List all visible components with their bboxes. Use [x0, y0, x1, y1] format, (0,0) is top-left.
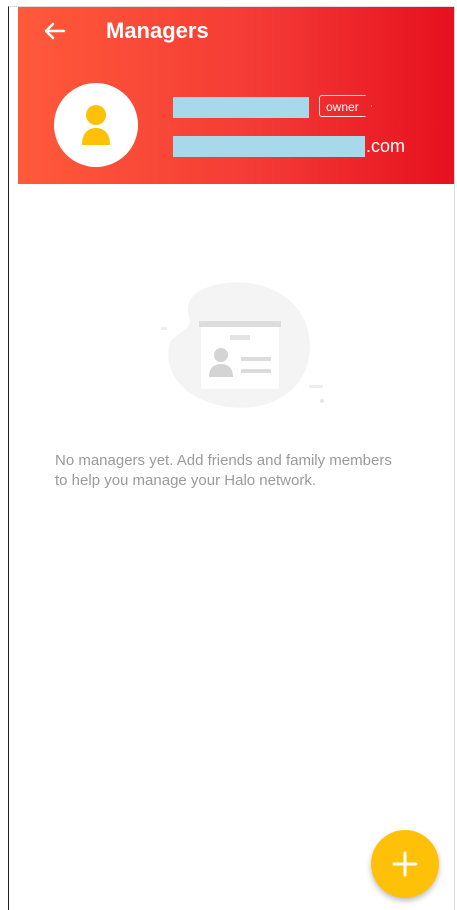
arrow-back-icon[interactable] [38, 15, 70, 47]
email-suffix: .com [366, 136, 406, 156]
contact-card-icon [149, 277, 329, 417]
plus-icon [392, 851, 418, 877]
redacted-name [173, 97, 309, 118]
redacted-email [173, 136, 365, 157]
owner-badge: owner [319, 95, 372, 117]
header: Managers owner .com [18, 7, 454, 184]
empty-state-message: No managers yet. Add friends and family … [55, 452, 392, 489]
screen: Managers owner .com No managers yet. Add… [8, 6, 455, 910]
page-title: Managers [106, 18, 209, 43]
person-icon [82, 105, 110, 145]
add-manager-button[interactable] [371, 830, 439, 898]
avatar [54, 83, 138, 167]
